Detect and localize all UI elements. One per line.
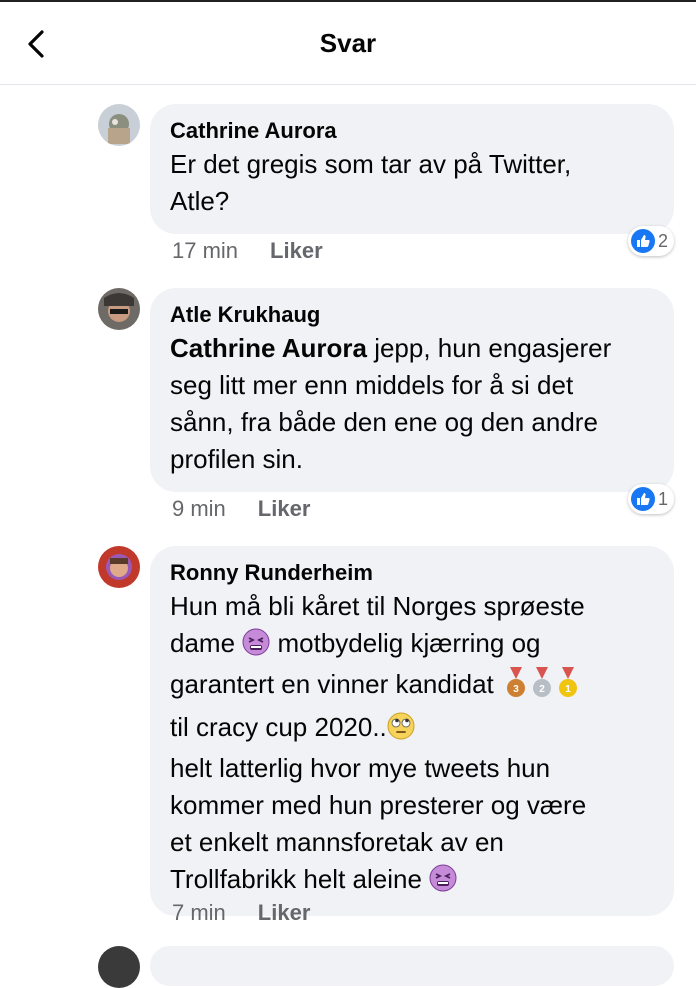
avatar[interactable] (98, 288, 140, 330)
comment-text-fragment: til cracy cup 2020.. (170, 712, 387, 742)
comment-text-line: til cracy cup 2020.. (170, 709, 654, 750)
comment-text-line: dame motbydelig kjærring og (170, 625, 654, 666)
comment-text: Hun må bli kåret til Norges sprøeste dam… (170, 588, 654, 902)
svg-text:1: 1 (565, 684, 571, 695)
comment-text-line: sånn, fra både den ene og den andre (170, 407, 598, 437)
comment-text-line: Hun må bli kåret til Norges sprøeste (170, 591, 585, 621)
thumbs-up-icon (630, 229, 655, 253)
comment-author[interactable]: Ronny Runderheim (170, 558, 654, 588)
comment-time: 7 min (172, 900, 226, 925)
like-button[interactable]: Liker (270, 236, 323, 266)
comment-text-fragment: Trollfabrikk helt aleine (170, 864, 430, 894)
comment-author[interactable]: Atle Krukhaug (170, 300, 654, 330)
comment-text-line: seg litt mer enn middels for å si det (170, 370, 574, 400)
comment-text-fragment: motbydelig kjærring og (270, 628, 541, 658)
page-title: Svar (319, 28, 377, 58)
comment-text-line: garantert en vinner kandidat 3 2 1 (170, 666, 654, 709)
avatar[interactable] (98, 946, 140, 988)
reaction-count: 1 (657, 488, 668, 509)
comment-text-line: profilen sin. (170, 444, 303, 474)
reaction-badge[interactable]: 1 (627, 484, 674, 514)
silver-medal-icon: 2 (531, 667, 553, 709)
reaction-badge[interactable]: 2 (627, 226, 674, 256)
comment-meta: 9 min Liker (172, 494, 310, 524)
comment-text-line: Cathrine Aurora jepp, hun engasjerer (170, 330, 654, 367)
comment-text-line: Er det gregis som tar av på Twitter, (170, 149, 572, 179)
tired-face-emoji-icon (429, 864, 457, 902)
comment-text: Cathrine Aurora jepp, hun engasjerer seg… (170, 330, 654, 478)
comment-text-line: kommer med hun presterer og være (170, 790, 587, 820)
reaction-count: 2 (657, 230, 668, 251)
mention-link[interactable]: Cathrine Aurora (170, 333, 367, 363)
tired-face-emoji-icon (242, 628, 270, 666)
eye-roll-emoji-icon (387, 712, 415, 750)
svg-text:3: 3 (513, 684, 519, 695)
avatar[interactable] (98, 104, 140, 146)
comment-text-line: Trollfabrikk helt aleine (170, 861, 654, 902)
comment-time: 17 min (172, 238, 239, 263)
comment-bubble: Cathrine Aurora Er det gregis som tar av… (150, 104, 674, 234)
comment-time: 9 min (172, 496, 226, 521)
like-button[interactable]: Liker (258, 494, 311, 524)
comment-text-fragment: dame (170, 628, 243, 658)
comment-meta: 7 min Liker (172, 898, 310, 928)
avatar[interactable] (98, 546, 140, 588)
comment-text: Er det gregis som tar av på Twitter, Atl… (170, 146, 654, 220)
svg-text:2: 2 (539, 684, 545, 695)
comment-text-line: helt latterlig hvor mye tweets hun (170, 753, 551, 783)
comment-bubble: Atle Krukhaug Cathrine Aurora jepp, hun … (150, 288, 674, 492)
header: Svar (0, 2, 696, 85)
comment-bubble (150, 946, 674, 986)
gold-medal-icon: 1 (557, 667, 579, 709)
comment-bubble: Ronny Runderheim Hun må bli kåret til No… (150, 546, 674, 916)
comment-text-line: et enkelt mannsforetak av en (170, 827, 504, 857)
comment-text-fragment: garantert en vinner kandidat (170, 669, 501, 699)
comment-text-fragment: jepp, hun engasjerer (366, 333, 612, 363)
like-button[interactable]: Liker (258, 898, 311, 928)
comment-author[interactable]: Cathrine Aurora (170, 116, 654, 146)
comment-meta: 17 min Liker (172, 236, 323, 266)
comment-text-line: Atle? (170, 186, 230, 216)
bronze-medal-icon: 3 (505, 667, 527, 709)
thumbs-up-icon (630, 487, 655, 511)
